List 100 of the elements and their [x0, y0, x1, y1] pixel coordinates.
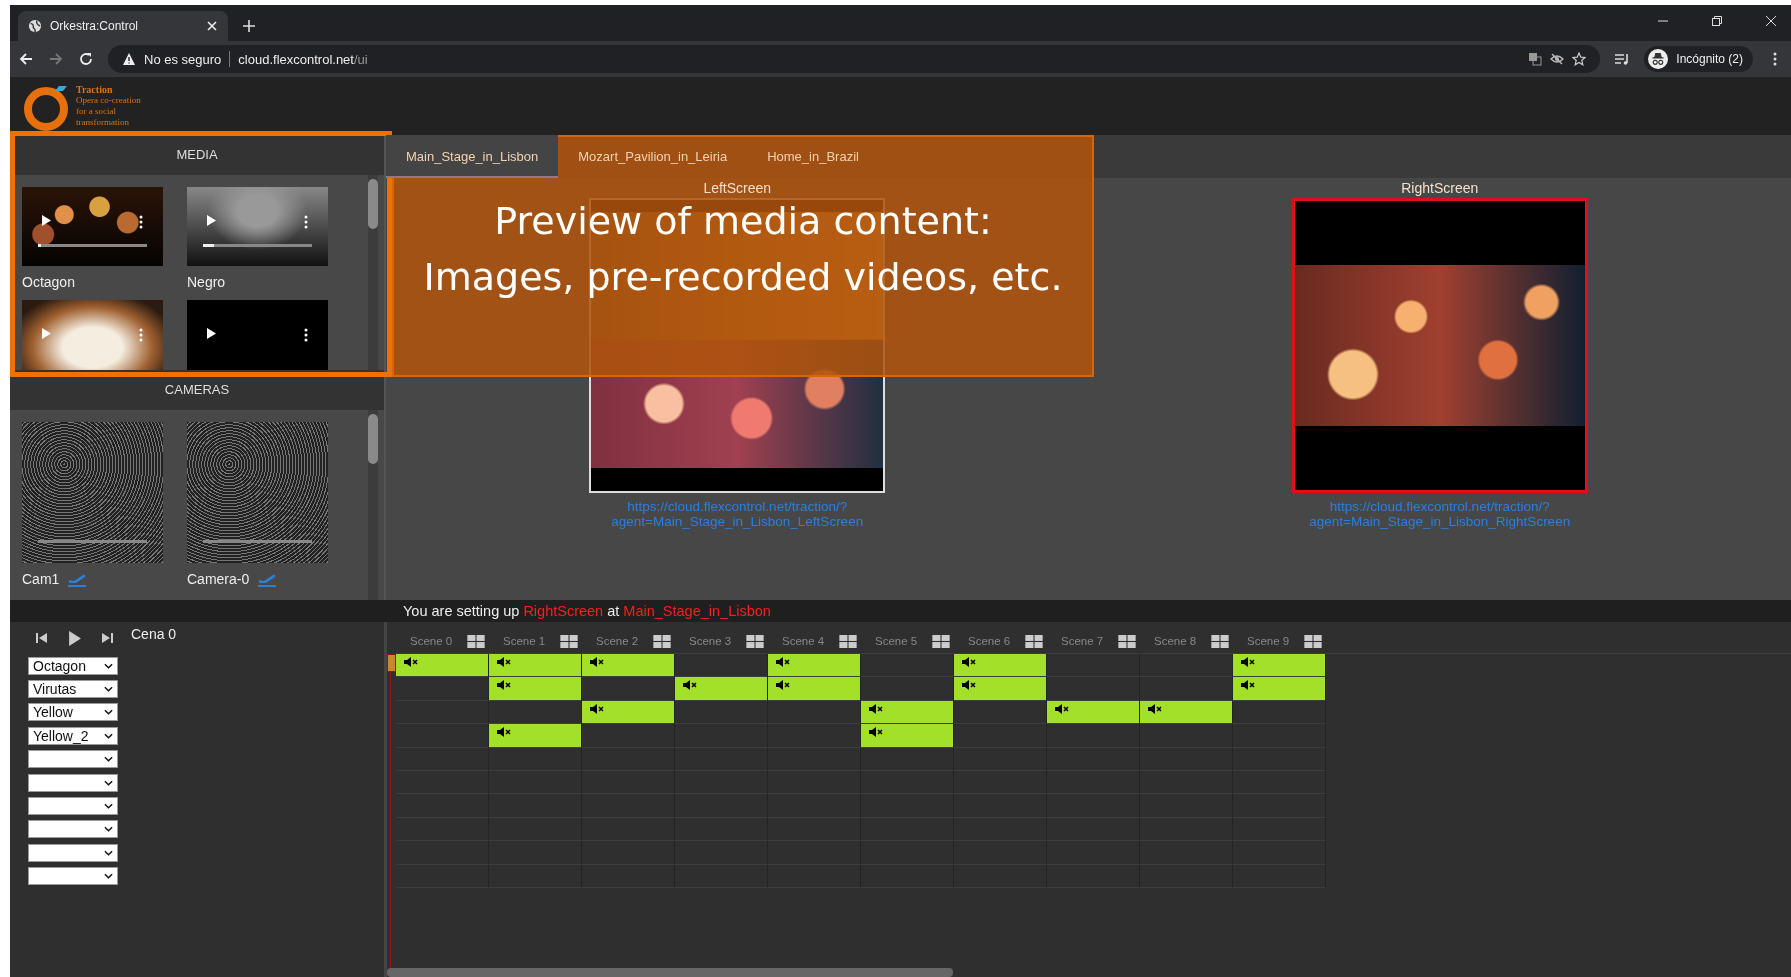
stage-tab[interactable]: Home_in_Brazil [747, 135, 879, 178]
timeline-cell[interactable] [1140, 770, 1233, 795]
track-select[interactable] [28, 867, 118, 886]
kebab-menu-icon[interactable] [139, 215, 143, 229]
timeline-cell[interactable] [1233, 747, 1326, 771]
mute-icon[interactable] [776, 680, 790, 691]
grid-icon[interactable] [1118, 634, 1136, 648]
play-icon[interactable] [42, 215, 51, 226]
media-clip[interactable] [489, 654, 582, 678]
star-icon[interactable] [1572, 52, 1587, 66]
scrollbar-thumb[interactable] [387, 968, 953, 977]
profile-button[interactable]: Incógnito (2) [1644, 46, 1753, 72]
timeline-cell[interactable] [954, 817, 1047, 842]
timeline-cell[interactable] [1047, 724, 1140, 748]
timeline-cell[interactable] [1047, 770, 1140, 795]
mute-icon[interactable] [590, 703, 604, 714]
mute-icon[interactable] [962, 680, 976, 691]
timeline-cell[interactable] [1047, 817, 1140, 842]
scrollbar-thumb[interactable] [368, 179, 378, 229]
timeline-cell[interactable] [1047, 654, 1140, 678]
timeline-cell[interactable] [675, 841, 768, 865]
timeline-cell[interactable] [675, 864, 768, 888]
mute-icon[interactable] [683, 680, 697, 691]
timeline-cell[interactable] [861, 817, 954, 842]
mute-icon[interactable] [1055, 703, 1069, 714]
screen-preview[interactable] [1291, 198, 1588, 493]
timeline-cell[interactable] [489, 817, 582, 842]
timeline-cell[interactable] [396, 747, 489, 771]
timeline-cell[interactable] [1140, 747, 1233, 771]
video-thumbnail[interactable] [187, 300, 328, 370]
timeline-cell[interactable] [1233, 817, 1326, 842]
close-icon[interactable] [206, 20, 218, 32]
timeline-cell[interactable] [954, 841, 1047, 865]
timeline-cell[interactable] [396, 700, 489, 725]
timeline-cell[interactable] [954, 864, 1047, 888]
media-clip[interactable] [1233, 654, 1326, 678]
address-field[interactable]: No es seguro cloud.flexcontrol.net/ui [108, 45, 1601, 73]
mute-icon[interactable] [404, 657, 418, 667]
timeline-cell[interactable] [1047, 747, 1140, 771]
track-select[interactable]: Yellow [28, 703, 118, 722]
timeline-cell[interactable] [489, 794, 582, 818]
mute-icon[interactable] [1241, 680, 1255, 691]
grid-icon[interactable] [932, 634, 950, 648]
timeline-cell[interactable] [675, 724, 768, 748]
timeline-cell[interactable] [396, 817, 489, 842]
mute-icon[interactable] [776, 657, 790, 667]
forward-icon[interactable] [48, 51, 64, 67]
camera-feed-placeholder[interactable] [22, 422, 163, 563]
timeline-cell[interactable] [675, 794, 768, 818]
timeline-cell[interactable] [582, 724, 675, 748]
media-clip[interactable] [1233, 677, 1326, 701]
translate-icon[interactable] [1528, 52, 1543, 66]
timeline-cell[interactable] [1233, 724, 1326, 748]
video-thumbnail[interactable] [187, 187, 328, 266]
timeline-cell[interactable] [1233, 864, 1326, 888]
timeline-cell[interactable] [1140, 841, 1233, 865]
track-select[interactable]: Virutas [28, 680, 118, 699]
timeline-cell[interactable] [954, 794, 1047, 818]
media-clip[interactable] [489, 677, 582, 701]
timeline-cell[interactable] [675, 817, 768, 842]
timeline-cell[interactable] [582, 864, 675, 888]
timeline-cell[interactable] [582, 841, 675, 865]
timeline-cell[interactable] [861, 841, 954, 865]
timeline-cell[interactable] [489, 770, 582, 795]
track-select[interactable]: Yellow_2 [28, 726, 118, 745]
skip-back-icon[interactable] [36, 632, 48, 644]
progress-track[interactable] [38, 244, 147, 247]
timeline-cell[interactable] [768, 817, 861, 842]
new-tab-icon[interactable] [242, 19, 256, 33]
skip-forward-icon[interactable] [101, 632, 113, 644]
grid-icon[interactable] [1025, 634, 1043, 648]
grid-icon[interactable] [746, 634, 764, 648]
browser-tab[interactable]: Orkestra:Control [18, 11, 228, 41]
timeline-cell[interactable] [861, 770, 954, 795]
play-icon[interactable] [207, 328, 216, 339]
timeline-cell[interactable] [768, 841, 861, 865]
timeline-cell[interactable] [582, 794, 675, 818]
media-clip[interactable] [489, 724, 582, 748]
timeline-cell[interactable] [396, 841, 489, 865]
timeline-cell[interactable] [489, 841, 582, 865]
timeline-cell[interactable] [582, 770, 675, 795]
media-clip[interactable] [1140, 700, 1233, 725]
timeline-cell[interactable] [1233, 794, 1326, 818]
timeline-cell[interactable] [768, 794, 861, 818]
timeline-cell[interactable] [954, 770, 1047, 795]
track-select[interactable] [28, 820, 118, 839]
timeline-cell[interactable] [954, 747, 1047, 771]
media-clip[interactable] [861, 724, 954, 748]
track-select[interactable] [28, 797, 118, 816]
progress-track[interactable] [203, 244, 312, 247]
play-icon[interactable] [68, 630, 81, 646]
mute-icon[interactable] [869, 703, 883, 714]
media-clip[interactable] [768, 654, 861, 678]
grid-icon[interactable] [653, 634, 671, 648]
media-clip[interactable] [1047, 700, 1140, 725]
timeline-cell[interactable] [489, 747, 582, 771]
timeline-cell[interactable] [1140, 794, 1233, 818]
timeline-cell[interactable] [861, 864, 954, 888]
timeline-cell[interactable] [489, 864, 582, 888]
timeline-cell[interactable] [1047, 794, 1140, 818]
